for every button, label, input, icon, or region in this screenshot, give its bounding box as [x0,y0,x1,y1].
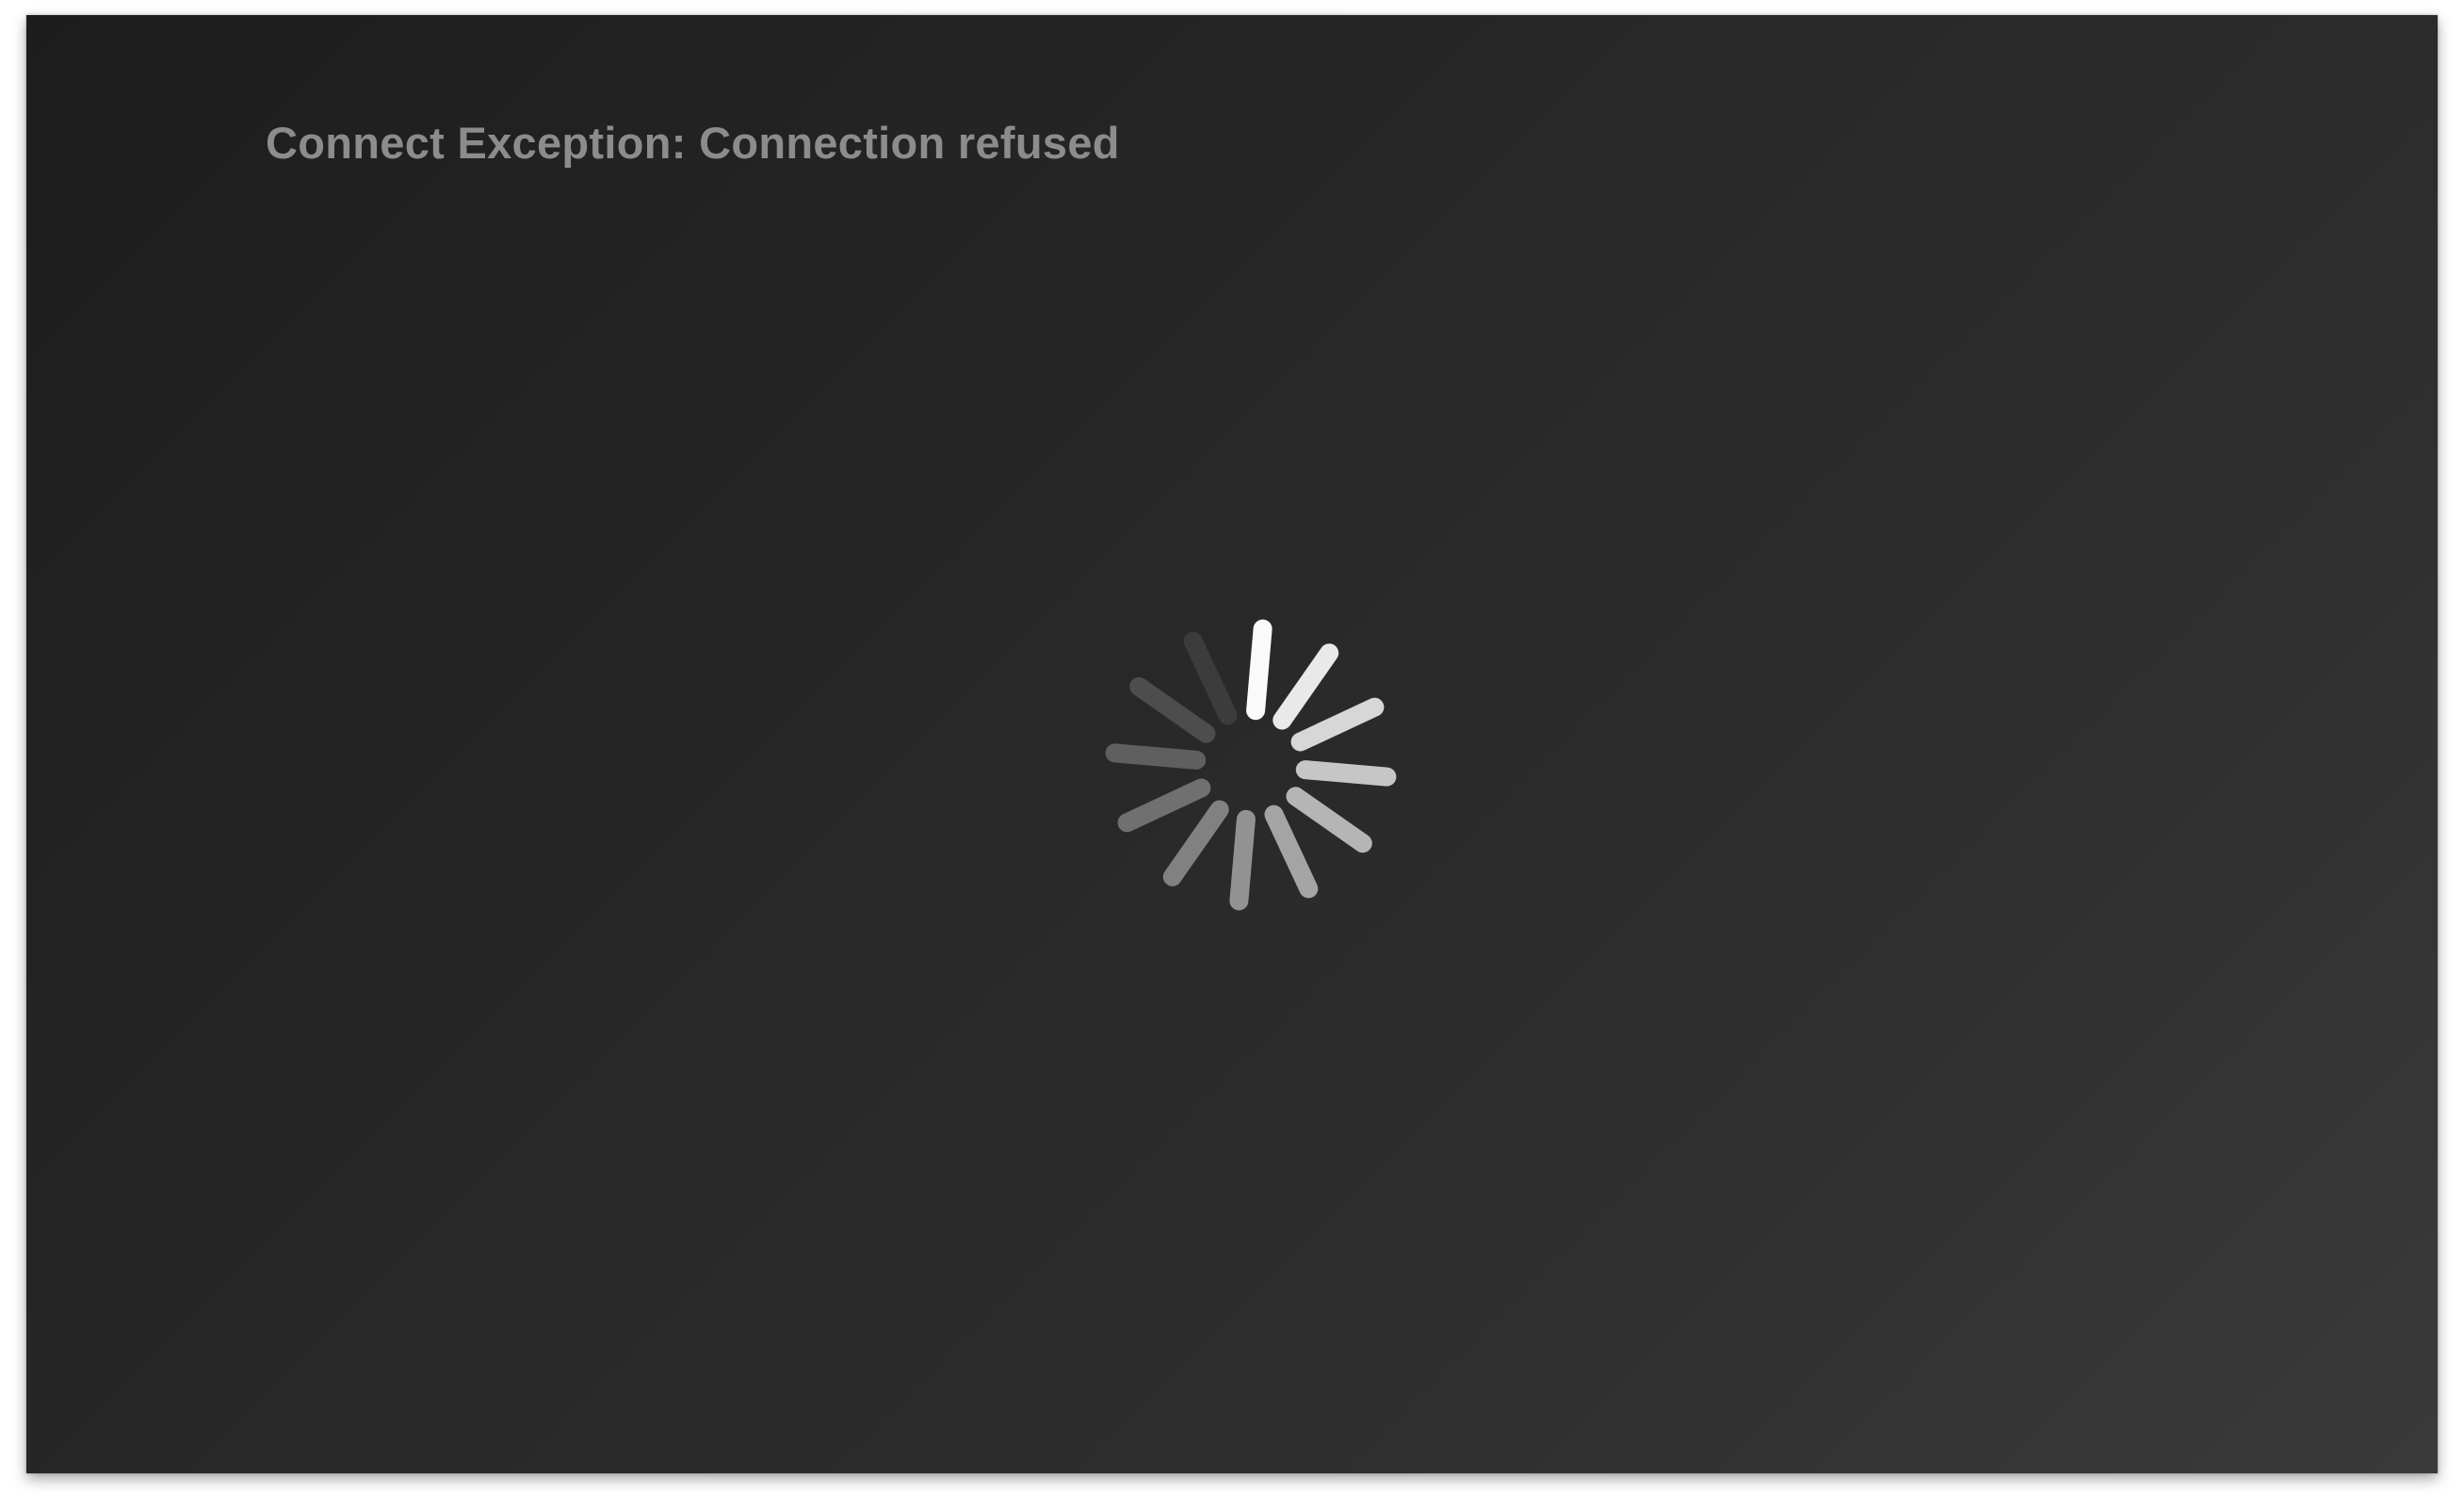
spinner-spoke [1129,676,1216,743]
spinner-spoke [1246,619,1273,721]
loading-spinner-icon [1105,619,1397,911]
app-window: Connect Exception: Connection refused [26,15,2438,1473]
spinner-spoke [1264,804,1319,899]
spinner-spoke [1229,809,1256,911]
spinner-spoke [1105,743,1207,770]
spinner-spoke [1117,778,1211,833]
spinner-spoke [1290,697,1385,752]
error-message: Connect Exception: Connection refused [266,118,1120,168]
spinner-spoke [1286,787,1372,853]
spinner-spoke [1183,631,1238,725]
spinner-spoke [1162,800,1229,886]
spinner-spoke [1273,643,1339,730]
spinner-spoke [1295,760,1397,787]
